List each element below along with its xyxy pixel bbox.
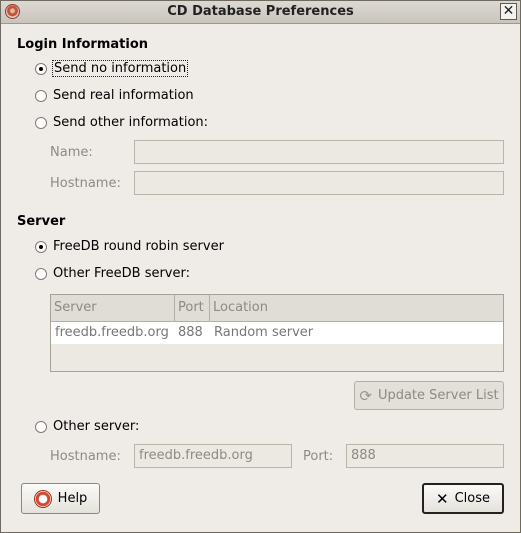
refresh-icon: ⟳ <box>359 386 372 405</box>
radio-indicator[interactable] <box>35 420 47 433</box>
table-row[interactable]: freedb.freedb.org 888 Random server <box>51 322 503 344</box>
help-button[interactable]: Help <box>21 483 100 514</box>
login-hostname-field[interactable] <box>134 171 504 195</box>
window-close-icon[interactable]: ✕ <box>500 3 517 20</box>
cell-port: 888 <box>178 325 203 340</box>
radio-label: FreeDB round robin server <box>53 239 224 254</box>
title-bar: CD Database Preferences ✕ <box>1 1 520 24</box>
port-field[interactable]: 888 <box>346 444 504 468</box>
login-hostname-label: Hostname: <box>50 176 121 191</box>
radio-other-server[interactable]: Other server: <box>35 419 139 434</box>
column-header-server[interactable]: Server <box>51 295 174 321</box>
login-section-title: Login Information <box>17 37 149 52</box>
close-button[interactable]: ✕ Close <box>422 483 504 514</box>
radio-other-freedb-server[interactable]: Other FreeDB server: <box>35 266 190 281</box>
radio-label: Send other information: <box>53 115 209 130</box>
radio-label: Send no information <box>51 60 189 77</box>
radio-label: Send real information <box>53 88 194 103</box>
close-x-icon: ✕ <box>436 489 449 508</box>
radio-indicator[interactable] <box>35 62 47 75</box>
server-section-title: Server <box>17 214 66 229</box>
radio-label: Other server: <box>53 419 140 434</box>
radio-indicator[interactable] <box>35 116 47 129</box>
name-label: Name: <box>50 145 93 160</box>
cell-server: freedb.freedb.org <box>55 325 169 340</box>
radio-send-no-information[interactable]: Send no information <box>35 60 189 77</box>
help-button-label: Help <box>57 491 88 506</box>
radio-label: Other FreeDB server: <box>53 266 190 281</box>
window-title: CD Database Preferences <box>167 4 354 19</box>
server-hostname-label: Hostname: <box>50 449 121 464</box>
radio-indicator[interactable] <box>35 89 47 102</box>
radio-freedb-round-robin[interactable]: FreeDB round robin server <box>35 239 224 254</box>
close-button-label: Close <box>454 491 490 506</box>
radio-send-other-information[interactable]: Send other information: <box>35 115 208 130</box>
update-server-list-button[interactable]: ⟳ Update Server List <box>354 381 504 410</box>
preferences-dialog: CD Database Preferences ✕ Login Informat… <box>0 0 521 533</box>
radio-indicator[interactable] <box>35 267 47 280</box>
table-header: Server Port Location <box>51 295 503 322</box>
server-list-table[interactable]: Server Port Location freedb.freedb.org 8… <box>50 294 504 372</box>
radio-indicator[interactable] <box>35 240 47 253</box>
column-header-location[interactable]: Location <box>209 295 503 321</box>
column-header-port[interactable]: Port <box>174 295 209 321</box>
help-icon <box>33 489 52 508</box>
port-label: Port: <box>303 449 334 464</box>
server-hostname-field[interactable]: freedb.freedb.org <box>134 444 292 468</box>
update-server-list-label: Update Server List <box>377 388 499 403</box>
radio-send-real-information[interactable]: Send real information <box>35 88 194 103</box>
name-field[interactable] <box>134 140 504 164</box>
cell-location: Random server <box>214 325 314 340</box>
